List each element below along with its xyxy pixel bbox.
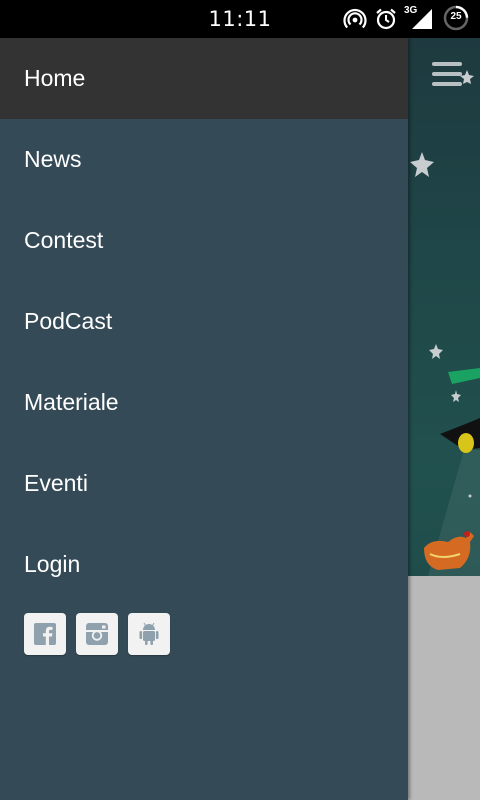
- app-content: [408, 38, 480, 800]
- facebook-button[interactable]: [24, 613, 66, 655]
- drawer-item-label: Home: [24, 65, 86, 91]
- navigation-drawer: Home News Contest PodCast Materiale Even…: [0, 38, 408, 800]
- drawer-item-podcast[interactable]: PodCast: [0, 281, 408, 362]
- instagram-icon: [86, 623, 108, 645]
- hotspot-icon: [343, 8, 367, 29]
- drawer-item-label: Eventi: [24, 470, 88, 496]
- drawer-item-contest[interactable]: Contest: [0, 200, 408, 281]
- status-bar: 11:11 3G 25: [0, 0, 480, 38]
- drawer-item-materiale[interactable]: Materiale: [0, 362, 408, 443]
- drawer-item-eventi[interactable]: Eventi: [0, 443, 408, 524]
- alarm-icon: [376, 8, 396, 30]
- drawer-item-label: Materiale: [24, 389, 119, 415]
- content-area: [408, 576, 480, 800]
- drawer-item-label: PodCast: [24, 308, 113, 334]
- battery-level: 25: [450, 11, 462, 22]
- hero-illustration: [408, 38, 480, 576]
- drawer-item-login[interactable]: Login: [0, 524, 408, 605]
- drawer-item-label: News: [24, 146, 82, 172]
- drawer-item-label: Login: [24, 551, 81, 577]
- android-icon: [139, 622, 159, 645]
- drawer-item-news[interactable]: News: [0, 119, 408, 200]
- social-links: [0, 613, 408, 655]
- hamburger-menu-icon[interactable]: [432, 60, 466, 95]
- instagram-button[interactable]: [76, 613, 118, 655]
- signal-3g-icon: 3G: [404, 5, 434, 31]
- drawer-item-home[interactable]: Home: [0, 38, 408, 119]
- drawer-item-label: Contest: [24, 227, 104, 253]
- android-button[interactable]: [128, 613, 170, 655]
- facebook-icon: [34, 623, 56, 645]
